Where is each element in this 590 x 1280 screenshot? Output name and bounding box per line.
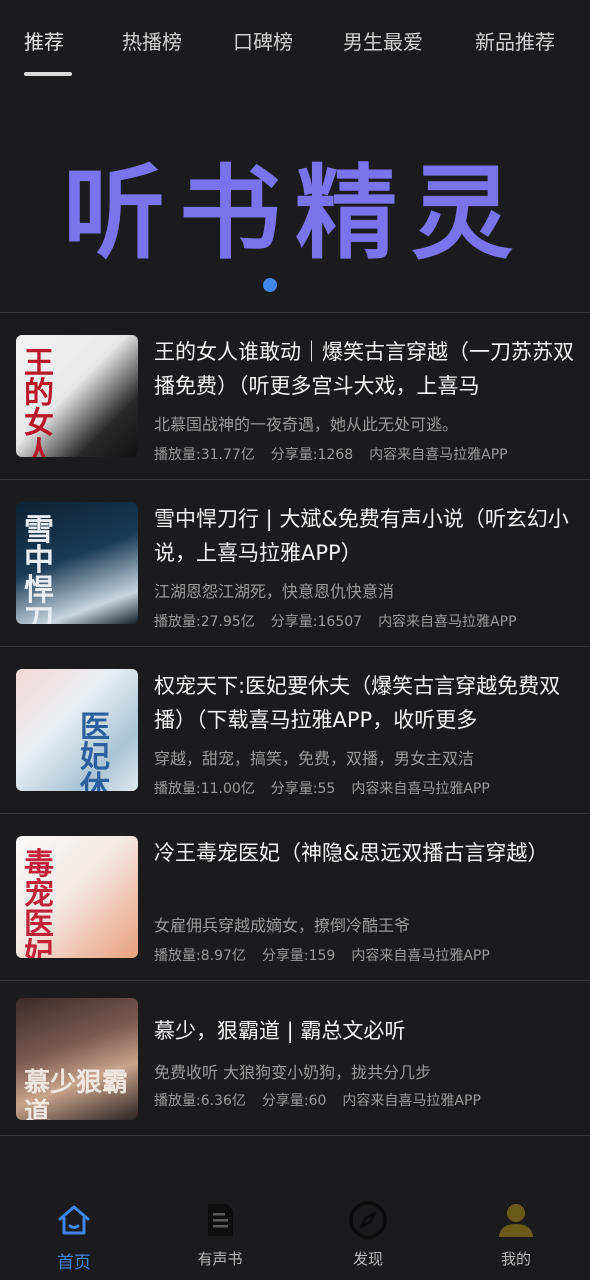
cover-title: 慕少狠霸道 [24,1068,129,1120]
book-description: 女雇佣兵穿越成嫡女，撩倒冷酷王爷 [154,916,411,935]
content-source: 内容来自喜马拉雅APP [351,948,490,964]
nav-discover[interactable]: 发现 [323,1200,413,1269]
share-count: 分享量:1268 [270,447,354,463]
active-tab-indicator [24,72,72,76]
tab-male-favorite[interactable]: 男生最爱 [343,26,423,55]
play-count: 播放量:27.95亿 [154,614,255,630]
tab-new-releases[interactable]: 新品推荐 [475,26,555,55]
user-icon [499,1204,533,1237]
nav-audiobooks-label: 有声书 [197,1250,243,1268]
share-count: 分享量:60 [261,1093,327,1109]
book-cover: 毒宠医妃 [16,836,138,958]
list-item[interactable]: 毒宠医妃 冷王毒宠医妃（神隐&思远双播古言穿越） 女雇佣兵穿越成嫡女，撩倒冷酷王… [0,814,590,980]
book-cover: 慕少狠霸道 [16,998,138,1120]
book-cover: 医妃休 [16,669,138,791]
nav-home[interactable]: 首页 [29,1200,119,1273]
bottom-nav: 首页 有声书 发现 我的 [0,1190,590,1280]
share-count: 分享量:55 [270,781,336,797]
nav-home-label: 首页 [57,1253,91,1273]
book-title: 冷王毒宠医妃（神隐&思远双播古言穿越） [154,841,549,865]
book-meta: 播放量:31.77亿 分享量:1268 内容来自喜马拉雅APP [154,444,524,464]
book-description: 北慕国战神的一夜奇遇，她从此无处可逃。 [154,415,459,434]
book-description: 穿越，甜宠，搞笑，免费，双播，男女主双洁 [154,749,475,768]
tab-recommend[interactable]: 推荐 [24,26,64,55]
book-meta: 播放量:6.36亿 分享量:60 内容来自喜马拉雅APP [154,1090,497,1110]
home-icon [58,1205,90,1235]
play-count: 播放量:31.77亿 [154,447,255,463]
play-count: 播放量:11.00亿 [154,781,255,797]
nav-mine[interactable]: 我的 [471,1200,561,1269]
cover-title: 雪中悍刀行 [24,513,54,625]
book-meta: 播放量:27.95亿 分享量:16507 内容来自喜马拉雅APP [154,611,533,631]
list-item[interactable]: 王的女人 王的女人谁敢动｜爆笑古言穿越（一刀苏苏双播免费）（听更多宫斗大戏，上喜… [0,313,590,479]
play-count: 播放量:8.97亿 [154,948,246,964]
banner-page-indicator [263,278,277,292]
content-source: 内容来自喜马拉雅APP [351,781,490,797]
compass-icon [349,1201,387,1239]
list-item[interactable]: 雪中悍刀行 雪中悍刀行 | 大斌&免费有声小说（听玄幻小说，上喜马拉雅APP） … [0,480,590,646]
banner-title: 听书精灵 [63,154,527,274]
book-title: 雪中悍刀行 | 大斌&免费有声小说（听玄幻小说，上喜马拉雅APP） [154,507,569,565]
book-title: 王的女人谁敢动｜爆笑古言穿越（一刀苏苏双播免费）（听更多宫斗大戏，上喜马 [154,340,574,398]
book-description: 江湖恩怨江湖死，快意恩仇快意消 [154,582,395,601]
banner[interactable]: 听书精灵 [0,110,590,300]
tab-hot[interactable]: 热播榜 [122,26,182,55]
nav-audiobooks[interactable]: 有声书 [175,1200,265,1269]
tab-reputation[interactable]: 口碑榜 [233,26,293,55]
share-count: 分享量:16507 [270,614,363,630]
cover-title: 医妃休 [80,710,110,792]
cover-title: 毒宠医妃 [24,847,54,959]
cover-title: 王的女人 [24,346,54,458]
content-source: 内容来自喜马拉雅APP [378,614,517,630]
book-description: 免费收听 大狼狗变小奶狗，拢共分几步 [154,1063,432,1082]
content-source: 内容来自喜马拉雅APP [369,447,508,463]
list-item[interactable]: 医妃休 权宠天下:医妃要休夫（爆笑古言穿越免费双播）（下载喜马拉雅APP，收听更… [0,647,590,813]
list-item[interactable]: 慕少狠霸道 慕少，狠霸道 | 霸总文必听 免费收听 大狼狗变小奶狗，拢共分几步 … [0,981,590,1135]
divider [0,1135,590,1136]
play-count: 播放量:6.36亿 [154,1093,246,1109]
book-cover: 雪中悍刀行 [16,502,138,624]
content-source: 内容来自喜马拉雅APP [342,1093,481,1109]
nav-discover-label: 发现 [352,1250,383,1268]
top-tab-bar: 推荐 热播榜 口碑榜 男生最爱 新品推荐 [0,0,590,84]
book-meta: 播放量:11.00亿 分享量:55 内容来自喜马拉雅APP [154,778,506,798]
book-cover: 王的女人 [16,335,138,457]
book-icon [208,1204,233,1236]
book-title: 权宠天下:医妃要休夫（爆笑古言穿越免费双播）（下载喜马拉雅APP，收听更多 [154,674,561,732]
share-count: 分享量:159 [261,948,336,964]
book-meta: 播放量:8.97亿 分享量:159 内容来自喜马拉雅APP [154,945,506,965]
nav-mine-label: 我的 [500,1250,531,1268]
book-title: 慕少，狠霸道 | 霸总文必听 [154,1019,406,1043]
